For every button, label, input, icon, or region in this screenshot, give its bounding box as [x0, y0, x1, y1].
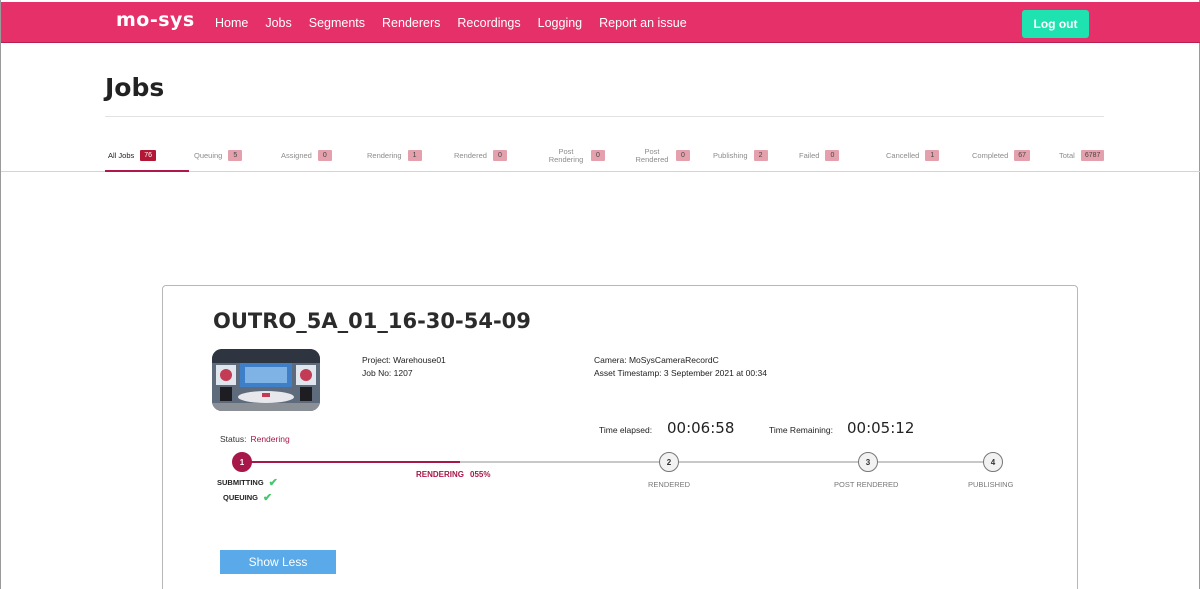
- count-badge: 67: [1014, 150, 1031, 161]
- step-3-indicator: 3: [858, 452, 878, 472]
- sub-step-submitting: SUBMITTING ✔: [217, 476, 278, 489]
- tab-label: Failed: [799, 150, 820, 160]
- page-title: Jobs: [105, 73, 165, 102]
- status-value: Rendering: [250, 434, 290, 444]
- tab-label: Post Rendering: [548, 146, 584, 164]
- tab-total[interactable]: Total 6787: [1059, 140, 1105, 171]
- tab-post-rendered[interactable]: Post Rendered 0: [634, 140, 690, 171]
- job-status: Status: Rendering: [220, 434, 290, 444]
- step-4-indicator: 4: [983, 452, 1003, 472]
- sub-step-queuing: QUEUING ✔: [223, 491, 272, 504]
- tab-label: Assigned: [281, 150, 312, 160]
- count-badge: 0: [825, 150, 840, 161]
- time-remaining-label: Time Remaining:: [769, 425, 833, 435]
- nav-recordings[interactable]: Recordings: [457, 16, 520, 30]
- count-badge: 76: [140, 150, 157, 161]
- job-thumbnail[interactable]: [212, 349, 320, 411]
- studio-thumbnail-image: [212, 349, 320, 411]
- tab-rendered[interactable]: Rendered 0: [454, 140, 507, 171]
- tab-label: Cancelled: [886, 150, 920, 160]
- nav-jobs[interactable]: Jobs: [265, 16, 291, 30]
- nav-home[interactable]: Home: [215, 16, 248, 30]
- active-tab-indicator: [105, 170, 189, 172]
- brand-logo[interactable]: mo-sys: [116, 9, 195, 31]
- tab-post-rendering[interactable]: Post Rendering 0: [547, 140, 605, 171]
- count-badge: 0: [492, 150, 507, 161]
- show-less-button[interactable]: Show Less: [220, 550, 336, 574]
- count-badge: 5: [228, 150, 243, 161]
- checkmark-icon: ✔: [268, 477, 278, 489]
- step-3-label: POST RENDERED: [834, 480, 899, 489]
- time-elapsed-label: Time elapsed:: [599, 425, 653, 435]
- count-badge: 6787: [1080, 150, 1105, 161]
- top-navbar: mo-sys Home Jobs Segments Renderers Reco…: [1, 2, 1200, 43]
- sub-step-label: SUBMITTING: [217, 478, 264, 487]
- logout-button[interactable]: Log out: [1022, 10, 1089, 38]
- nav-renderers[interactable]: Renderers: [382, 16, 440, 30]
- count-badge: 0: [676, 150, 690, 161]
- count-badge: 2: [753, 150, 768, 161]
- progress-fill: [243, 461, 460, 463]
- title-divider: [105, 116, 1104, 117]
- rendering-percent: 055%: [470, 470, 491, 479]
- count-badge: 1: [407, 150, 422, 161]
- tab-completed[interactable]: Completed 67: [972, 140, 1031, 171]
- main-nav: Home Jobs Segments Renderers Recordings …: [215, 16, 704, 30]
- checkmark-icon: ✔: [263, 492, 273, 504]
- tab-label: Rendering: [367, 150, 402, 160]
- step-1-indicator: 1: [232, 452, 252, 472]
- tab-label: Publishing: [713, 150, 748, 160]
- tab-rendering[interactable]: Rendering 1: [367, 140, 422, 171]
- tab-label: Completed: [972, 150, 1009, 160]
- job-details-right: Camera: MoSysCameraRecordC Asset Timesta…: [594, 354, 767, 380]
- tab-label: Queuing: [194, 150, 223, 160]
- tab-publishing[interactable]: Publishing 2: [713, 140, 768, 171]
- nav-segments[interactable]: Segments: [309, 16, 365, 30]
- tab-failed[interactable]: Failed 0: [799, 140, 840, 171]
- tab-label: All Jobs: [108, 150, 135, 160]
- time-remaining-value: 00:05:12: [847, 419, 915, 437]
- camera-name: Camera: MoSysCameraRecordC: [594, 355, 719, 365]
- tab-queuing[interactable]: Queuing 5: [194, 140, 243, 171]
- job-details-left: Project: Warehouse01 Job No: 1207: [362, 354, 446, 380]
- job-filter-tabs: All Jobs 76 Queuing 5 Assigned 0 Renderi…: [1, 140, 1200, 172]
- tab-assigned[interactable]: Assigned 0: [281, 140, 332, 171]
- tab-cancelled[interactable]: Cancelled 1: [886, 140, 940, 171]
- job-name: OUTRO_5A_01_16-30-54-09: [213, 309, 531, 333]
- step-2-indicator: 2: [659, 452, 679, 472]
- time-elapsed-value: 00:06:58: [667, 419, 735, 437]
- nav-report-issue[interactable]: Report an issue: [599, 16, 687, 30]
- rendering-progress-label: RENDERING 055%: [416, 470, 490, 479]
- sub-step-label: QUEUING: [223, 493, 259, 502]
- job-card: OUTRO_5A_01_16-30-54-09 Project: Warehou…: [162, 285, 1078, 589]
- project-name: Project: Warehouse01: [362, 355, 446, 365]
- tab-label: Total: [1059, 150, 1075, 160]
- job-number: Job No: 1207: [362, 368, 413, 378]
- nav-logging[interactable]: Logging: [538, 16, 583, 30]
- page: mo-sys Home Jobs Segments Renderers Reco…: [0, 0, 1200, 589]
- count-badge: 0: [591, 150, 605, 161]
- tab-label: Rendered: [454, 150, 487, 160]
- step-2-label: RENDERED: [648, 480, 691, 489]
- step-4-label: PUBLISHING: [968, 480, 1014, 489]
- asset-timestamp: Asset Timestamp: 3 September 2021 at 00:…: [594, 368, 767, 378]
- count-badge: 1: [925, 150, 940, 161]
- rendering-label: RENDERING: [416, 470, 465, 479]
- tab-all-jobs[interactable]: All Jobs 76: [108, 140, 157, 171]
- tab-label: Post Rendered: [635, 146, 669, 164]
- status-label: Status:: [220, 434, 247, 444]
- count-badge: 0: [317, 150, 332, 161]
